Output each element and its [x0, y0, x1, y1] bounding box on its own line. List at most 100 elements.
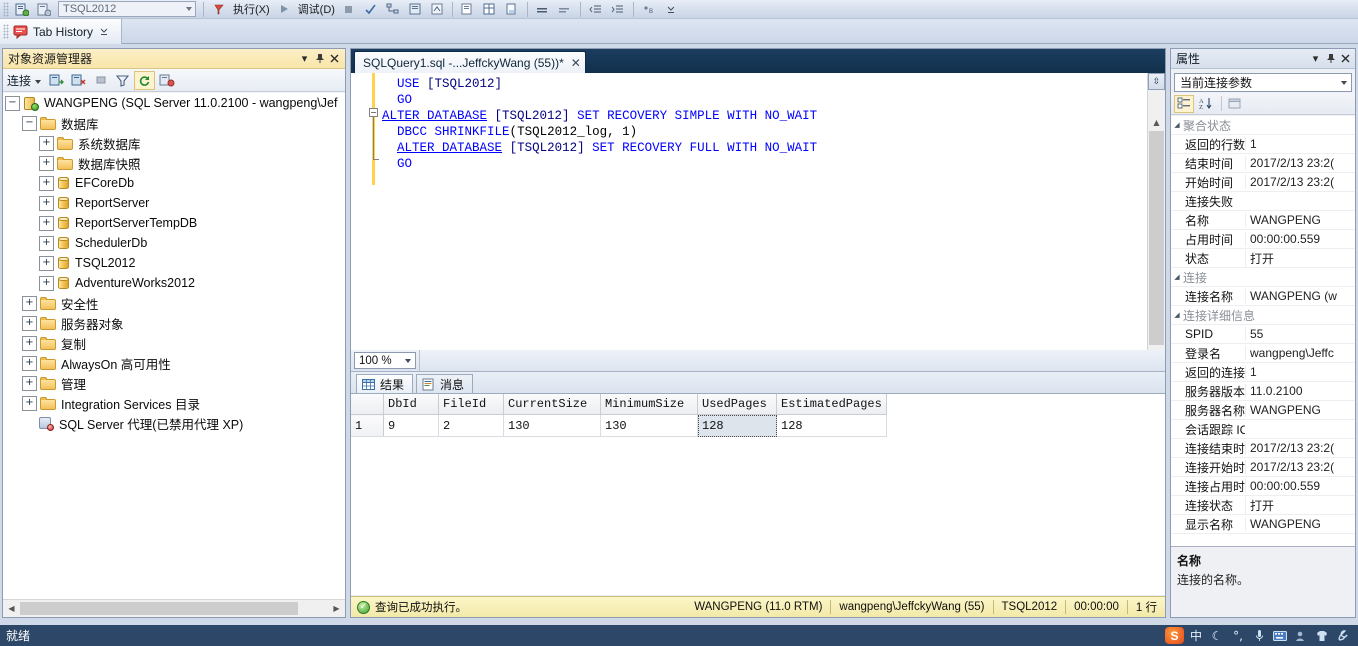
scroll-right-icon[interactable]: ▶ — [328, 601, 345, 616]
property-value[interactable]: 1 — [1245, 137, 1355, 151]
ime-skin-icon[interactable] — [1313, 627, 1331, 644]
parse-check-icon[interactable] — [361, 1, 381, 18]
property-value[interactable]: 1 — [1245, 365, 1355, 379]
tree-node[interactable]: + SchedulerDb — [3, 233, 345, 253]
expand-icon[interactable]: + — [39, 275, 54, 291]
category-collapse-icon[interactable]: ◢ — [1171, 121, 1183, 129]
category-collapse-icon[interactable]: ◢ — [1171, 273, 1183, 281]
property-row[interactable]: 返回的行数 1 — [1171, 135, 1355, 154]
tree-node[interactable]: + TSQL2012 — [3, 253, 345, 273]
comment-icon[interactable] — [533, 1, 553, 18]
tree-node[interactable]: + EFCoreDb — [3, 173, 345, 193]
expand-icon[interactable]: + — [39, 155, 54, 171]
editor-vscrollbar[interactable]: ▲ ▼ — [1147, 73, 1165, 374]
new-query-alt-icon[interactable] — [34, 1, 54, 18]
connect-object-explorer-icon[interactable] — [46, 71, 67, 90]
property-row[interactable]: SPID 55 — [1171, 325, 1355, 344]
property-value[interactable]: WANGPENG — [1245, 517, 1355, 531]
stop-icon[interactable] — [339, 1, 359, 18]
property-row[interactable]: 占用时间 00:00:00.559 — [1171, 230, 1355, 249]
close-icon[interactable] — [327, 51, 342, 66]
toolbar-grip[interactable] — [3, 1, 9, 17]
tab-sqlquery1[interactable]: SQLQuery1.sql -...JeffckyWang (55))* ✕ — [354, 51, 586, 73]
database-selector[interactable]: TSQL2012 — [58, 1, 196, 17]
table-cell[interactable]: 9 — [383, 414, 439, 437]
refresh-icon[interactable] — [134, 70, 156, 90]
editor-scroll-up-icon[interactable]: ▲ — [1148, 114, 1165, 130]
property-row[interactable]: 连接占用时(00:00:00.559 — [1171, 477, 1355, 496]
tree-node[interactable]: + 数据库快照 — [3, 153, 345, 173]
expand-icon[interactable]: + — [22, 395, 37, 411]
properties-pin-icon[interactable] — [1323, 51, 1338, 66]
increase-indent-icon[interactable] — [608, 1, 628, 18]
property-row[interactable]: 状态 打开 — [1171, 249, 1355, 268]
property-value[interactable]: 打开 — [1245, 496, 1355, 514]
table-cell[interactable]: 128 — [697, 414, 777, 437]
property-category-row[interactable]: ◢ 聚合状态 — [1171, 116, 1355, 135]
expand-icon[interactable]: + — [22, 315, 37, 331]
tree-node[interactable]: + 服务器对象 — [3, 313, 345, 333]
table-cell[interactable]: 130 — [503, 414, 601, 437]
property-value[interactable]: 打开 — [1245, 249, 1355, 267]
property-category-row[interactable]: ◢ 连接 — [1171, 268, 1355, 287]
property-value[interactable]: 00:00:00.559 — [1245, 479, 1355, 493]
tree-node[interactable]: + AlwaysOn 高可用性 — [3, 353, 345, 373]
debug-play-icon[interactable] — [274, 1, 294, 18]
tree-node[interactable]: + Integration Services 目录 — [3, 393, 345, 413]
decrease-indent-icon[interactable] — [586, 1, 606, 18]
filter-icon[interactable] — [112, 71, 133, 90]
connect-chevron-icon[interactable] — [35, 79, 42, 84]
editor-scroll-thumb[interactable] — [1149, 131, 1164, 345]
ime-moon-icon[interactable]: ☾ — [1208, 627, 1226, 644]
include-actual-plan-icon[interactable] — [427, 1, 447, 18]
property-value[interactable]: 11.0.2100 — [1245, 384, 1355, 398]
ime-user-icon[interactable] — [1292, 627, 1310, 644]
column-header[interactable]: CurrentSize — [503, 394, 601, 415]
column-header[interactable]: MinimumSize — [600, 394, 698, 415]
expand-icon[interactable]: + — [39, 195, 54, 211]
table-cell[interactable]: 2 — [438, 414, 504, 437]
ime-punctuation-icon[interactable]: °, — [1229, 627, 1247, 644]
tree-node[interactable]: SQL Server 代理(已禁用代理 XP) — [3, 413, 345, 433]
property-row[interactable]: 登录名 wangpeng\Jeffc — [1171, 344, 1355, 363]
property-row[interactable]: 连接名称 WANGPENG (w — [1171, 287, 1355, 306]
result-tab[interactable]: 消息 — [416, 374, 474, 393]
property-row[interactable]: 连接结束时(2017/2/13 23:2( — [1171, 439, 1355, 458]
alphabetical-sort-icon[interactable]: AZ — [1196, 95, 1216, 113]
object-explorer-hscrollbar[interactable]: ◀ ▶ — [3, 599, 345, 617]
property-row[interactable]: 开始时间 2017/2/13 23:2( — [1171, 173, 1355, 192]
property-value[interactable]: 00:00:00.559 — [1245, 232, 1355, 246]
tab-history-overflow-icon[interactable] — [94, 23, 114, 40]
tree-node[interactable]: + 安全性 — [3, 293, 345, 313]
property-row[interactable]: 连接失败 — [1171, 192, 1355, 211]
property-value[interactable]: WANGPENG — [1245, 213, 1355, 227]
expand-icon[interactable]: + — [22, 375, 37, 391]
debug-button-label[interactable]: 调试(D) — [295, 1, 338, 17]
execute-icon[interactable] — [209, 1, 229, 18]
property-value[interactable]: 2017/2/13 23:2( — [1245, 156, 1355, 170]
row-number-cell[interactable]: 1 — [351, 414, 384, 437]
results-to-text-icon[interactable] — [458, 1, 478, 18]
sql-editor[interactable]: − USE [TSQL2012] GO ALTER DATABASE [TSQL2… — [351, 73, 1165, 351]
property-value[interactable]: WANGPENG (w — [1245, 289, 1355, 303]
object-explorer-tree[interactable]: − WANGPENG (SQL Server 11.0.2100 - wangpe… — [3, 93, 345, 600]
expand-icon[interactable]: + — [39, 235, 54, 251]
expand-icon[interactable]: + — [39, 175, 54, 191]
scroll-left-icon[interactable]: ◀ — [3, 601, 20, 616]
tab-history-toolbar[interactable]: Tab History — [0, 19, 122, 44]
property-row[interactable]: 连接状态 打开 — [1171, 496, 1355, 515]
hscroll-thumb[interactable] — [20, 602, 298, 615]
query-options-icon[interactable] — [405, 1, 425, 18]
expand-icon[interactable]: + — [22, 355, 37, 371]
hscroll-track[interactable] — [20, 601, 328, 616]
tab-history-grip[interactable] — [3, 24, 9, 39]
expand-icon[interactable]: + — [39, 215, 54, 231]
ime-settings-wrench-icon[interactable] — [1334, 627, 1352, 644]
tree-node[interactable]: + 管理 — [3, 373, 345, 393]
results-grid-container[interactable]: DbId FileId CurrentSize MinimumSize UsedPage… — [351, 393, 1165, 595]
collapse-icon[interactable]: − — [22, 115, 37, 131]
tree-node[interactable]: + 系统数据库 — [3, 133, 345, 153]
panel-menu-icon[interactable]: ▾ — [297, 51, 312, 66]
row-number-header[interactable] — [351, 394, 384, 415]
table-cell[interactable]: 128 — [776, 414, 887, 437]
